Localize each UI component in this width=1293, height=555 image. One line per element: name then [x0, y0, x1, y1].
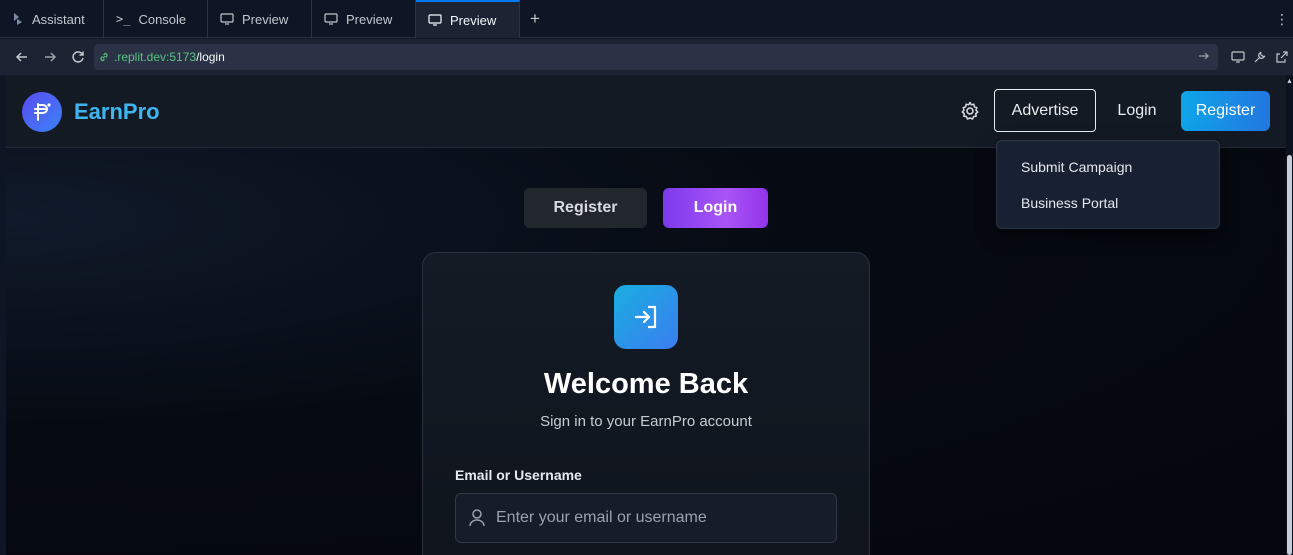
email-field-container [455, 493, 837, 543]
login-icon [614, 285, 678, 349]
tab-label: Console [138, 11, 187, 27]
preview-tools [1231, 39, 1293, 75]
email-label: Email or Username [455, 467, 582, 483]
logo-glyph-icon [34, 103, 51, 121]
welcome-title: Welcome Back [543, 368, 749, 400]
advertise-button[interactable]: Advertise [994, 89, 1096, 132]
add-tab-button[interactable]: + [520, 0, 550, 37]
earnpro-logo-icon[interactable] [22, 92, 62, 132]
header-register-button[interactable]: Register [1181, 91, 1270, 131]
gear-icon[interactable] [960, 101, 980, 121]
email-input[interactable] [496, 494, 826, 542]
forward-button[interactable] [36, 43, 64, 71]
device-icon[interactable] [1231, 50, 1245, 64]
url-field[interactable]: .replit.dev:5173/login [94, 44, 1218, 70]
arrow-left-icon [15, 52, 27, 62]
tab-label: Preview [346, 11, 393, 27]
terminal-icon: >_ [116, 12, 131, 26]
link-icon [100, 52, 108, 62]
wrench-icon[interactable] [1253, 50, 1267, 64]
scroll-up-icon[interactable]: ▲ [1286, 78, 1293, 85]
scrollbar-thumb[interactable] [1287, 155, 1292, 555]
editor-tab-bar: Assistant >_ Console Preview Preview Pre… [0, 0, 1293, 38]
tab-label: Preview [450, 12, 497, 28]
advertise-dropdown: Submit Campaign Business Portal [996, 140, 1220, 229]
monitor-icon [428, 14, 442, 26]
monitor-icon [220, 13, 234, 25]
arrow-right-icon [45, 52, 57, 62]
header-login-link[interactable]: Login [1112, 89, 1162, 132]
back-button[interactable] [8, 43, 36, 71]
reload-button[interactable] [64, 43, 92, 71]
auth-tab-register[interactable]: Register [524, 188, 647, 228]
tab-console[interactable]: >_ Console [104, 0, 208, 38]
reload-icon [72, 51, 84, 63]
brand-name[interactable]: EarnPro [74, 99, 160, 125]
welcome-subtitle: Sign in to your EarnPro account [540, 413, 752, 430]
tab-assistant[interactable]: Assistant [0, 0, 104, 38]
login-card: Welcome Back Sign in to your EarnPro acc… [422, 252, 870, 555]
dropdown-item-submit-campaign[interactable]: Submit Campaign [1021, 159, 1132, 175]
dropdown-item-business-portal[interactable]: Business Portal [1021, 195, 1118, 211]
auth-tab-login[interactable]: Login [663, 188, 768, 228]
tab-preview-2[interactable]: Preview [312, 0, 416, 38]
monitor-icon [324, 13, 338, 25]
url-host: .replit.dev:5173 [114, 50, 197, 64]
more-options-icon[interactable]: ⋮ [1275, 12, 1289, 26]
tab-preview-1[interactable]: Preview [208, 0, 312, 38]
assistant-icon [14, 13, 22, 25]
user-icon [469, 509, 485, 527]
tab-label: Assistant [32, 11, 85, 27]
url-path: /login [196, 50, 225, 64]
preview-viewport: EarnPro Advertise Login Register Registe… [6, 75, 1286, 555]
tab-preview-active[interactable]: Preview [416, 0, 520, 38]
go-arrow-icon[interactable] [1198, 50, 1210, 62]
external-link-icon[interactable] [1275, 50, 1289, 64]
tab-label: Preview [242, 11, 289, 27]
app-header: EarnPro Advertise Login Register [6, 75, 1286, 148]
preview-url-bar: .replit.dev:5173/login [0, 39, 1293, 75]
